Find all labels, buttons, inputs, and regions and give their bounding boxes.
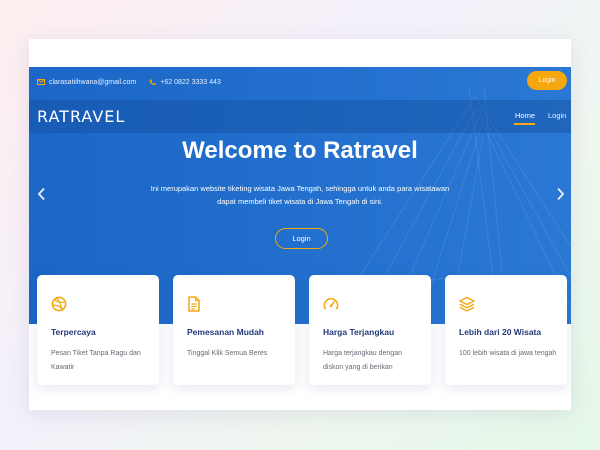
hero-description-line-1: Ini merupakan website tiketing wisata Ja… xyxy=(150,184,450,193)
browser-viewport: clarasatiihwana@gmail.com +62 0822 3333 … xyxy=(29,39,571,410)
nav-item-home[interactable]: Home xyxy=(515,111,535,120)
topbar-login-button[interactable]: Login xyxy=(527,71,567,90)
nav-active-indicator xyxy=(514,123,535,125)
feature-card-harga-terjangkau: Harga Terjangkau Harga terjangkau dengan… xyxy=(309,275,431,385)
hero-title: Welcome to Ratravel xyxy=(182,137,418,164)
contact-topbar: clarasatiihwana@gmail.com +62 0822 3333 … xyxy=(29,67,571,97)
dribbble-icon xyxy=(51,296,67,312)
nav-item-login[interactable]: Login xyxy=(548,111,566,120)
feature-title: Pemesanan Mudah xyxy=(187,327,264,337)
phone-contact[interactable]: +62 0822 3333 443 xyxy=(149,79,221,86)
phone-text: +62 0822 3333 443 xyxy=(160,78,221,86)
envelope-icon xyxy=(37,79,45,85)
feature-description: 100 lebih wisata di jawa tengah xyxy=(459,350,557,357)
hero-description: Ini merupakan website tiketing wisata Ja… xyxy=(135,182,465,208)
document-icon xyxy=(188,296,200,312)
hero-login-button[interactable]: Login xyxy=(275,228,328,249)
carousel-next-arrow-icon[interactable] xyxy=(556,187,565,201)
brand-logo[interactable]: RATRAVEL xyxy=(37,107,125,126)
feature-title: Harga Terjangkau xyxy=(323,327,395,337)
speedometer-icon xyxy=(323,298,339,310)
feature-card-pemesanan-mudah: Pemesanan Mudah Tinggal Klik Semua Beres xyxy=(173,275,295,385)
carousel-prev-arrow-icon[interactable] xyxy=(37,187,46,201)
hero-description-line-2: dapat membeli tiket wisata di Jawa Tenga… xyxy=(217,197,383,206)
feature-title: Lebih dari 20 Wisata xyxy=(459,327,542,337)
email-contact[interactable]: clarasatiihwana@gmail.com xyxy=(37,79,136,86)
email-text: clarasatiihwana@gmail.com xyxy=(49,78,137,86)
layers-icon xyxy=(459,296,475,312)
feature-description: Pesan Tiket Tanpa Ragu dan Kawatir xyxy=(51,350,141,371)
feature-card-terpercaya: Terpercaya Pesan Tiket Tanpa Ragu dan Ka… xyxy=(37,275,159,385)
feature-card-lebih-dari-20-wisata: Lebih dari 20 Wisata 100 lebih wisata di… xyxy=(445,275,567,385)
phone-icon xyxy=(149,79,156,85)
main-navbar: RATRAVEL Home Login xyxy=(29,100,571,133)
feature-description: Tinggal Klik Semua Beres xyxy=(187,350,268,357)
feature-title: Terpercaya xyxy=(51,327,96,337)
feature-description: Harga terjangkau dengan diskon yang di b… xyxy=(323,350,403,371)
